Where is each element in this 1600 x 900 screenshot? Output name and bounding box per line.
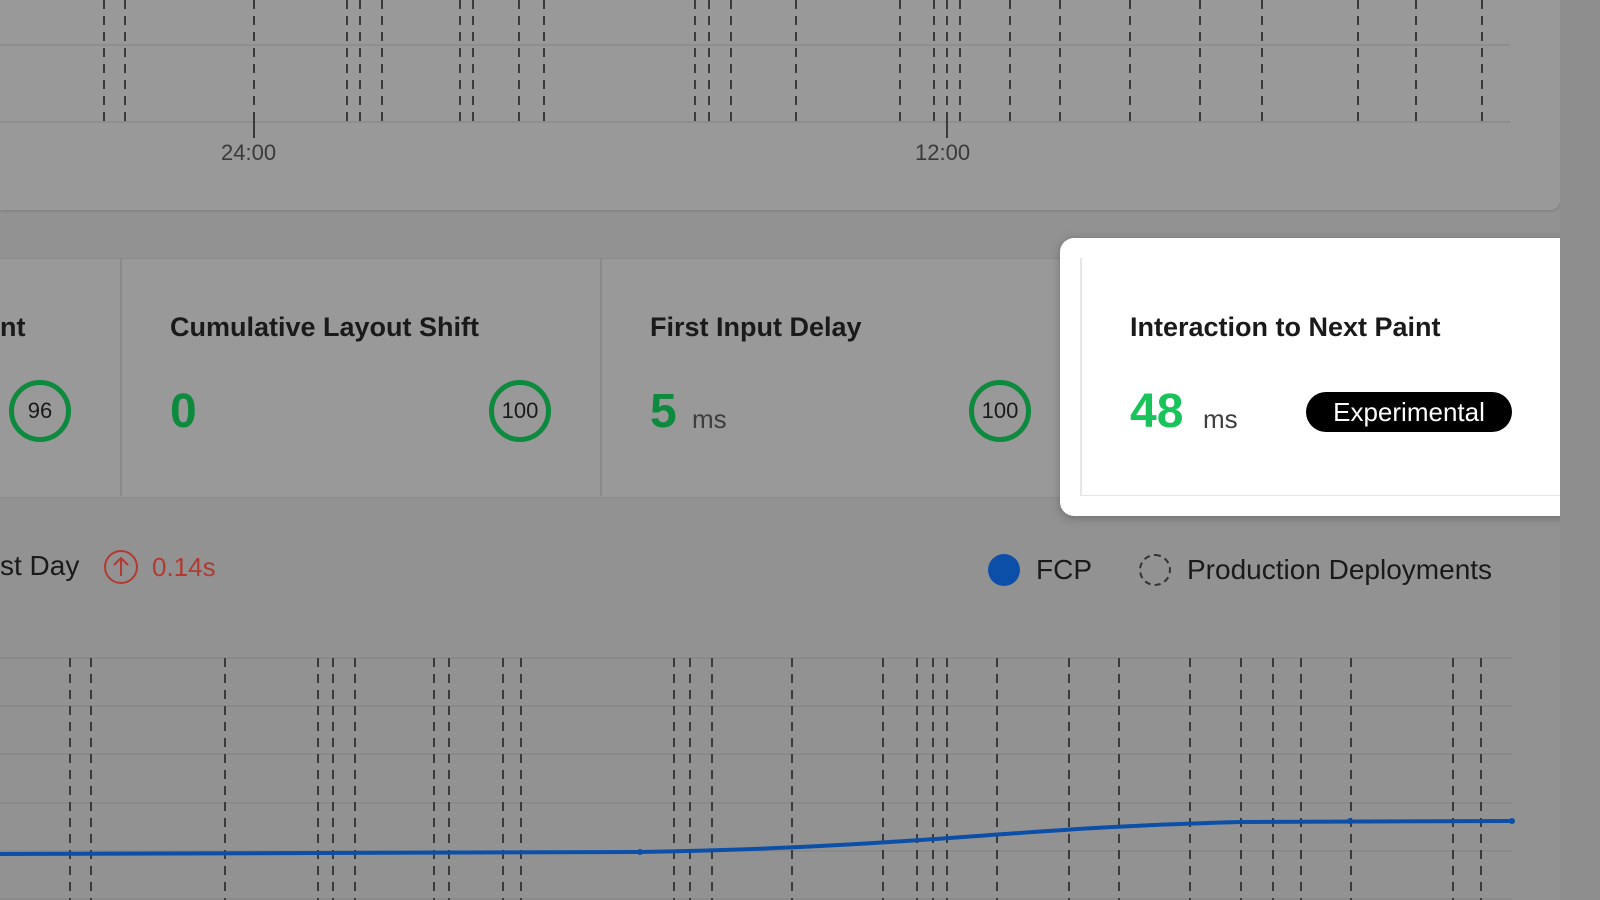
card-bottom-border — [1080, 495, 1563, 496]
score-value: 100 — [981, 398, 1019, 423]
top-deploy-lines — [103, 0, 1483, 122]
legend-label: Production Deployments — [1187, 554, 1493, 585]
delta-value: 0.14s — [152, 552, 216, 582]
metric-title: nt — [0, 312, 26, 342]
fcp-legend-dot-icon — [988, 554, 1020, 586]
metric-value: 5 — [650, 385, 677, 438]
fcp-deploy-lines — [69, 658, 1482, 900]
fcp-point — [1347, 818, 1353, 824]
metric-title: First Input Delay — [650, 312, 862, 342]
metric-title: Cumulative Layout Shift — [170, 312, 480, 342]
score-ring: 100 — [489, 380, 551, 442]
right-edge — [1560, 0, 1600, 900]
top-axis-ticks — [253, 120, 948, 138]
score-ring: 100 — [969, 380, 1031, 442]
period-label: st Day — [0, 550, 80, 581]
card-divider — [120, 258, 122, 496]
metric-value: 0 — [170, 385, 197, 438]
experimental-badge: Experimental — [1306, 392, 1512, 432]
top-chart-panel: 24:00 12:00 — [0, 0, 1560, 210]
fcp-point — [637, 849, 643, 855]
x-tick-label: 24:00 — [221, 140, 277, 165]
score-value: 96 — [27, 398, 53, 423]
fcp-chart — [0, 657, 1515, 900]
fcp-series-line — [0, 819, 1513, 856]
fcp-point — [1509, 818, 1515, 824]
legend-label: FCP — [1036, 554, 1092, 585]
top-chart-gridlines — [0, 44, 1510, 123]
metric-unit: ms — [692, 404, 727, 434]
top-chart — [0, 0, 1510, 138]
card-left-border — [1080, 258, 1082, 496]
score-value: 100 — [501, 398, 539, 423]
arrow-up-icon — [103, 549, 139, 590]
score-ring: 96 — [9, 380, 71, 442]
metric-title: Interaction to Next Paint — [1130, 312, 1441, 342]
metric-unit: ms — [1203, 404, 1238, 434]
deployment-legend-icon — [1139, 554, 1171, 586]
metric-card-inp[interactable] — [1060, 238, 1583, 516]
x-tick-label: 12:00 — [915, 140, 971, 165]
fcp-chart-gridlines — [0, 657, 1512, 900]
badge-label: Experimental — [1333, 396, 1485, 427]
card-divider — [600, 258, 602, 496]
metric-value: 48 — [1130, 385, 1184, 438]
